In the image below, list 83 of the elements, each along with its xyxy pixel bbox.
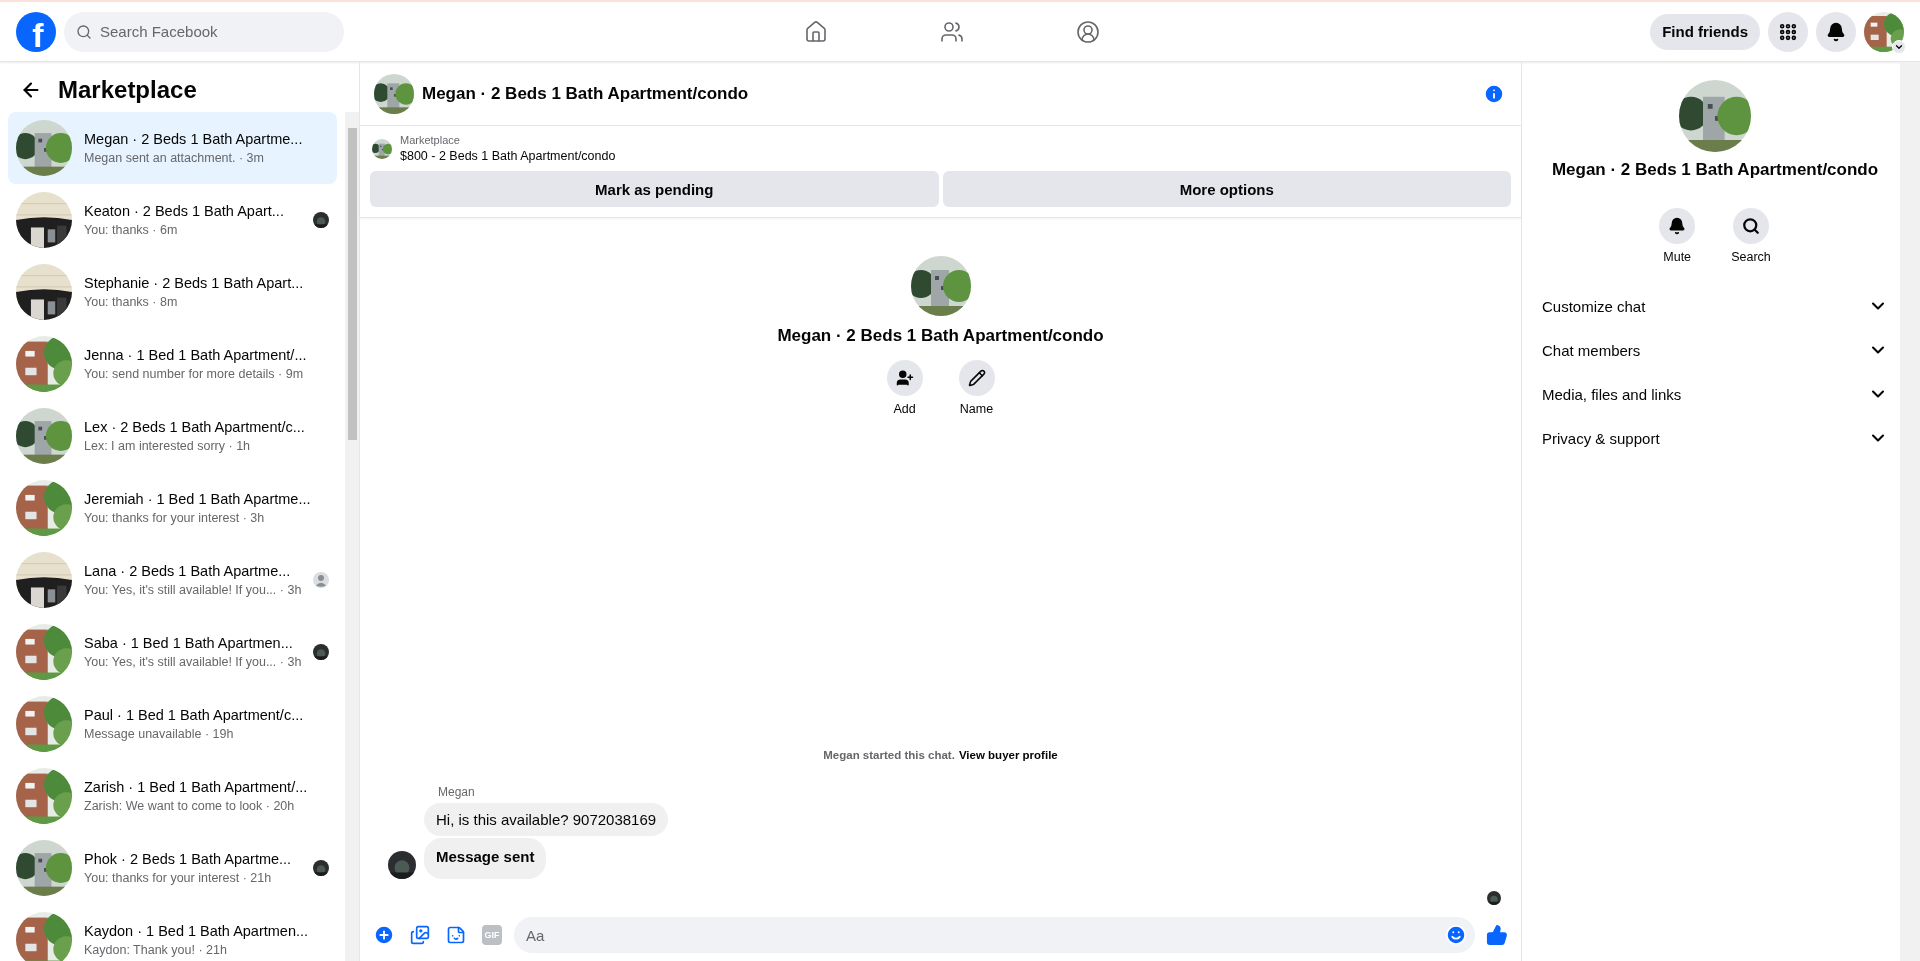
listing-source: Marketplace [400, 134, 461, 146]
listing-action-button[interactable]: More options [942, 171, 1511, 207]
conversation-preview: Zarish: We want to come to look · 20h [84, 799, 296, 813]
conversation-preview: Message unavailable · 19h [84, 727, 235, 741]
conversation-preview: You: thanks · 8m [84, 295, 179, 309]
conversation-title: Lex · 2 Beds 1 Bath Apartment/c... [84, 419, 306, 435]
pencil-icon [967, 369, 986, 387]
conversation-preview: You: thanks for your interest · 3h [84, 511, 266, 525]
conversation-title: Keaton · 2 Beds 1 Bath Apart... [84, 203, 285, 219]
scrollbar[interactable] [345, 112, 359, 961]
add-button[interactable] [886, 360, 923, 396]
action-label: Mute [1663, 250, 1692, 264]
bell-icon [1826, 21, 1846, 42]
conversation-item[interactable]: Stephanie · 2 Beds 1 Bath Apart... You: thanks · 8m [8, 256, 337, 328]
conversation-title: Lana · 2 Beds 1 Bath Apartme... [84, 563, 292, 579]
conversation-title: Stephanie · 2 Beds 1 Bath Apart... [84, 275, 305, 291]
conversation-preview: Kaydon: Thank you! · 21h [84, 943, 228, 957]
chat-title: Megan · 2 Beds 1 Bath Apartment/condo [422, 83, 750, 104]
search-icon [76, 23, 92, 40]
conversation-item[interactable]: Megan · 2 Beds 1 Bath Apartme... Megan sent an attachment. · 3m [8, 112, 337, 184]
conversation-preview: Lex: I am interested sorry · 1h [84, 439, 252, 453]
action-label: Add [893, 402, 916, 416]
details-section[interactable]: Privacy & support [1538, 416, 1892, 460]
conversation-title: Paul · 1 Bed 1 Bath Apartment/c... [84, 707, 305, 723]
facebook-logo[interactable]: f [16, 11, 56, 52]
details-section[interactable]: Chat members [1538, 328, 1892, 372]
mute-button[interactable] [1659, 208, 1696, 244]
scrollbar-track[interactable] [1900, 62, 1920, 961]
action-label: Name [959, 402, 994, 416]
conversation-title: Kaydon · 1 Bed 1 Bath Apartmen... [84, 923, 310, 939]
conversation-title: Saba · 1 Bed 1 Bath Apartmen... [84, 635, 294, 651]
message-field[interactable]: Aa [514, 917, 1475, 953]
conversation-item[interactable]: Lana · 2 Beds 1 Bath Apartme... You: Yes, it's still available! If you... · 3h [8, 544, 337, 616]
conversation-title: Jenna · 1 Bed 1 Bath Apartment/... [84, 347, 308, 363]
section-label: Media, files and links [1542, 385, 1682, 403]
name-button[interactable] [958, 360, 995, 396]
view-profile-link[interactable]: View buyer profile [958, 749, 1058, 761]
conversation-item[interactable]: Paul · 1 Bed 1 Bath Apartment/c... Message unavailable · 19h [8, 688, 337, 760]
message-bubble: Hi, is this available? 9072038169 [424, 803, 669, 836]
conversation-title: Megan · 2 Beds 1 Bath Apartme... [84, 131, 304, 147]
conversation-preview: You: thanks · 6m [84, 223, 179, 237]
details-name: Megan · 2 Beds 1 Bath Apartment/condo [1551, 160, 1879, 180]
conversation-item[interactable]: Jenna · 1 Bed 1 Bath Apartment/... You: send number for more details · 9m [8, 328, 337, 400]
conversation-preview: Megan sent an attachment. · 3m [84, 151, 265, 165]
bell-icon [1668, 217, 1687, 235]
add-person-icon [895, 369, 914, 387]
chat-start-notice: Megan started this chat. [823, 749, 955, 761]
conversation-item[interactable]: Jeremiah · 1 Bed 1 Bath Apartme... You: thanks for your interest · 3h [8, 472, 337, 544]
section-label: Privacy & support [1542, 429, 1660, 447]
emoji-icon[interactable] [1445, 924, 1467, 946]
section-label: Chat members [1542, 341, 1641, 359]
listing-action-button[interactable]: Mark as pending [370, 171, 939, 207]
details-section[interactable]: Media, files and links [1538, 372, 1892, 416]
conversation-item[interactable]: Kaydon · 1 Bed 1 Bath Apartmen... Kaydon: Thank you! · 21h [8, 904, 337, 961]
conversation-item[interactable]: Zarish · 1 Bed 1 Bath Apartment/... Zarish: We want to come to look · 20h [8, 760, 337, 832]
conversation-title: Zarish · 1 Bed 1 Bath Apartment/... [84, 779, 309, 795]
notifications-button[interactable] [1816, 11, 1856, 52]
conversation-item[interactable]: Keaton · 2 Beds 1 Bath Apart... You: thanks · 6m [8, 184, 337, 256]
conversation-title: Phok · 2 Beds 1 Bath Apartme... [84, 851, 293, 867]
search-button[interactable] [1733, 208, 1769, 244]
search-icon [1742, 217, 1760, 235]
conversation-item[interactable]: Phok · 2 Beds 1 Bath Apartme... You: thanks for your interest · 21h [8, 832, 337, 904]
listing-summary: $800 - 2 Beds 1 Bath Apartment/condo [400, 149, 616, 163]
menu-button[interactable] [1768, 11, 1808, 52]
conversation-item[interactable]: Saba · 1 Bed 1 Bath Apartmen... You: Yes, it's still available! If you... · 3h [8, 616, 337, 688]
sender-name: Megan [438, 785, 476, 799]
find-friends-button[interactable]: Find friends [1650, 13, 1760, 50]
status-bubble: Message sent [424, 838, 547, 879]
sidebar-title: Marketplace [58, 76, 197, 104]
conversation-preview: You: Yes, it's still available! If you... · 3h [84, 583, 301, 597]
section-label: Customize chat [1542, 297, 1646, 315]
conversation-preview: You: Yes, it's still available! If you... · 3h [84, 655, 301, 669]
person-icon [313, 572, 329, 588]
info-icon[interactable] [1483, 82, 1505, 105]
details-section[interactable]: Customize chat [1538, 284, 1892, 328]
conversation-preview: You: send number for more details · 9m [84, 367, 305, 381]
action-label: Search [1731, 250, 1771, 264]
search-field[interactable]: Search Facebook [64, 11, 344, 52]
chat-name: Megan · 2 Beds 1 Bath Apartment/condo [777, 326, 1104, 346]
grid-icon [1778, 21, 1798, 42]
conversation-title: Jeremiah · 1 Bed 1 Bath Apartme... [84, 491, 312, 507]
conversation-preview: You: thanks for your interest · 21h [84, 871, 273, 885]
conversation-item[interactable]: Lex · 2 Beds 1 Bath Apartment/c... Lex: I am interested sorry · 1h [8, 400, 337, 472]
